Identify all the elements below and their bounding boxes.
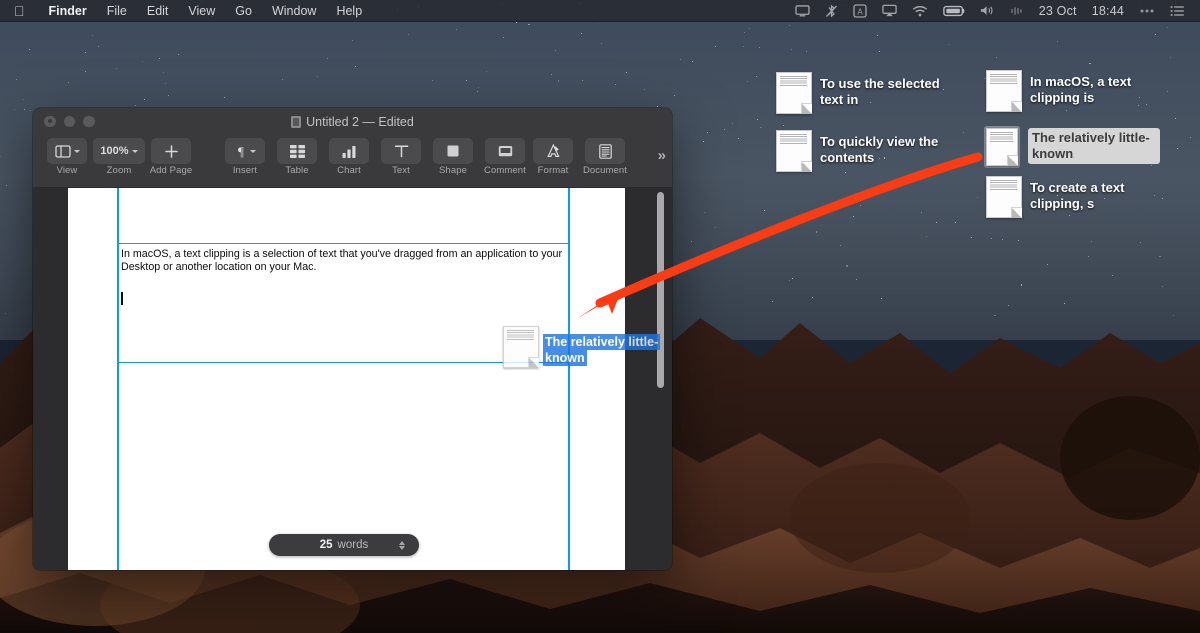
menu-item-go[interactable]: Go xyxy=(225,4,262,18)
toolbar-button-label: Table xyxy=(285,165,309,176)
battery-icon[interactable] xyxy=(936,5,972,17)
toolbar-group-insert[interactable]: ¶ Insert Table Chart Text Shape Comment xyxy=(221,138,529,176)
toolbar-button-insert[interactable]: ¶ Insert xyxy=(221,138,269,176)
zoom-level[interactable]: 100% xyxy=(93,138,145,164)
toolbar-button-label: Insert xyxy=(232,165,258,176)
shape-icon[interactable] xyxy=(433,138,473,164)
chevron-down-icon xyxy=(249,149,256,153)
desktop-clipping-label: In macOS, a text clipping is xyxy=(1030,74,1132,105)
control-center-icon[interactable] xyxy=(1132,5,1162,17)
window-title-text: Untitled 2 — Edited xyxy=(306,114,414,129)
toolbar-button-label: Chart xyxy=(337,165,361,176)
menu-bar[interactable]:  FinderFileEditViewGoWindowHelp A 23 Oc… xyxy=(0,0,1200,22)
siri-icon[interactable] xyxy=(1003,5,1031,17)
toolbar-button-format[interactable]: Format xyxy=(529,138,577,176)
drag-ghost-label: The relatively little-known xyxy=(543,334,661,366)
clipping-file-icon[interactable] xyxy=(986,70,1022,112)
document-body-text[interactable]: In macOS, a text clipping is a selection… xyxy=(121,248,567,274)
document-page[interactable]: In macOS, a text clipping is a selection… xyxy=(68,188,625,570)
pilcrow-icon[interactable]: ¶ xyxy=(225,138,265,164)
desktop-clipping-icon[interactable]: The relatively little-known xyxy=(984,126,1160,168)
text-t-icon[interactable] xyxy=(381,138,421,164)
menu-item-help[interactable]: Help xyxy=(326,4,372,18)
apple-menu-icon[interactable]:  xyxy=(14,4,25,18)
toolbar-group-inspector[interactable]: Format Document xyxy=(529,138,629,176)
toolbar-button-label: Zoom xyxy=(106,165,132,176)
menu-item-finder[interactable]: Finder xyxy=(39,4,97,18)
text-caret xyxy=(121,292,123,305)
menu-item-window[interactable]: Window xyxy=(262,4,326,18)
toolbar-button-comment[interactable]: Comment xyxy=(481,138,529,176)
window-title: Untitled 2 — Edited xyxy=(33,115,672,129)
toolbar-button-label: Shape xyxy=(439,165,467,176)
clipping-file-icon xyxy=(503,326,539,368)
word-count-unit: words xyxy=(337,539,369,551)
document-proxy-icon[interactable] xyxy=(291,115,302,128)
desktop-clipping-icon[interactable]: To quickly view the contents xyxy=(776,130,952,172)
plus-icon[interactable] xyxy=(151,138,191,164)
table-icon[interactable] xyxy=(277,138,317,164)
desktop-clipping-icon[interactable]: To create a text clipping, s xyxy=(986,176,1162,218)
menu-item-view[interactable]: View xyxy=(178,4,225,18)
menu-item-edit[interactable]: Edit xyxy=(137,4,179,18)
zoom-level-value: 100% xyxy=(100,145,129,157)
bluetooth-off-icon[interactable] xyxy=(818,4,845,18)
keyboard-input-icon[interactable]: A xyxy=(846,3,874,18)
toolbar-button-document[interactable]: Document xyxy=(581,138,629,176)
desktop-clipping-icon[interactable]: In macOS, a text clipping is xyxy=(986,70,1162,112)
chevron-down-icon xyxy=(73,149,80,153)
volume-icon[interactable] xyxy=(973,4,1002,17)
chart-icon[interactable] xyxy=(329,138,369,164)
window-title-bar[interactable]: Untitled 2 — Edited xyxy=(33,108,672,135)
airplay-icon[interactable] xyxy=(875,4,904,17)
desktop-clipping-label: To use the selected text in xyxy=(820,76,940,107)
word-count-stepper[interactable] xyxy=(399,540,405,550)
comment-icon[interactable] xyxy=(485,138,525,164)
toolbar-button-view[interactable]: View xyxy=(43,138,91,176)
document-icon[interactable] xyxy=(585,138,625,164)
sidebar-view-icon[interactable] xyxy=(47,138,87,164)
desktop-clipping-label: The relatively little-known xyxy=(1028,128,1160,164)
toolbar-button-label: Document xyxy=(582,165,628,176)
chevron-down-icon xyxy=(131,149,138,153)
format-brush-icon[interactable] xyxy=(533,138,573,164)
svg-text:¶: ¶ xyxy=(238,144,244,158)
clipping-file-icon[interactable] xyxy=(776,130,812,172)
screen-mirroring-icon[interactable] xyxy=(788,4,817,17)
toolbar-button-zoom[interactable]: 100% Zoom xyxy=(93,138,145,176)
clipping-file-icon[interactable] xyxy=(986,176,1022,218)
toolbar-button-label: Comment xyxy=(484,165,526,176)
toolbar-overflow-button[interactable]: » xyxy=(658,147,666,164)
word-count-number: 25 xyxy=(319,539,333,551)
desktop-clipping-label: To quickly view the contents xyxy=(820,134,939,165)
toolbar-button-chart[interactable]: Chart xyxy=(325,138,373,176)
menu-bar-status-area[interactable]: A 23 Oct 18:44 xyxy=(788,4,1200,18)
toolbar-button-label: Format xyxy=(537,165,569,176)
toolbar-group-view[interactable]: View 100% Zoom Add Page xyxy=(43,138,195,176)
toolbar-button-label: View xyxy=(56,165,78,176)
notification-center-icon[interactable] xyxy=(1163,5,1192,17)
document-canvas[interactable]: In macOS, a text clipping is a selection… xyxy=(33,188,672,570)
desktop-clipping-icon[interactable]: To use the selected text in xyxy=(776,72,952,114)
toolbar-button-add-page[interactable]: Add Page xyxy=(147,138,195,176)
toolbar-button-table[interactable]: Table xyxy=(273,138,321,176)
toolbar-button-label: Text xyxy=(392,165,410,176)
menu-bar-time[interactable]: 18:44 xyxy=(1085,4,1131,18)
svg-text:A: A xyxy=(857,7,863,16)
toolbar-button-label: Add Page xyxy=(149,165,193,176)
desktop-clipping-label: To create a text clipping, s xyxy=(1030,180,1125,211)
word-count-badge[interactable]: 25 words xyxy=(269,534,419,556)
clipping-file-icon[interactable] xyxy=(776,72,812,114)
wifi-icon[interactable] xyxy=(905,5,935,17)
toolbar-button-shape[interactable]: Shape xyxy=(429,138,477,176)
clipping-file-icon[interactable] xyxy=(984,126,1020,168)
menu-bar-date[interactable]: 23 Oct xyxy=(1032,4,1084,18)
toolbar-button-text[interactable]: Text xyxy=(377,138,425,176)
menu-item-file[interactable]: File xyxy=(97,4,137,18)
drag-ghost-clipping[interactable]: The relatively little-known xyxy=(503,326,679,368)
menu-items[interactable]: Finder File Edit View Go Window Help xyxy=(39,0,373,22)
toolbar[interactable]: View 100% Zoom Add Page ¶ Insert Table Chart Te… xyxy=(33,135,672,188)
